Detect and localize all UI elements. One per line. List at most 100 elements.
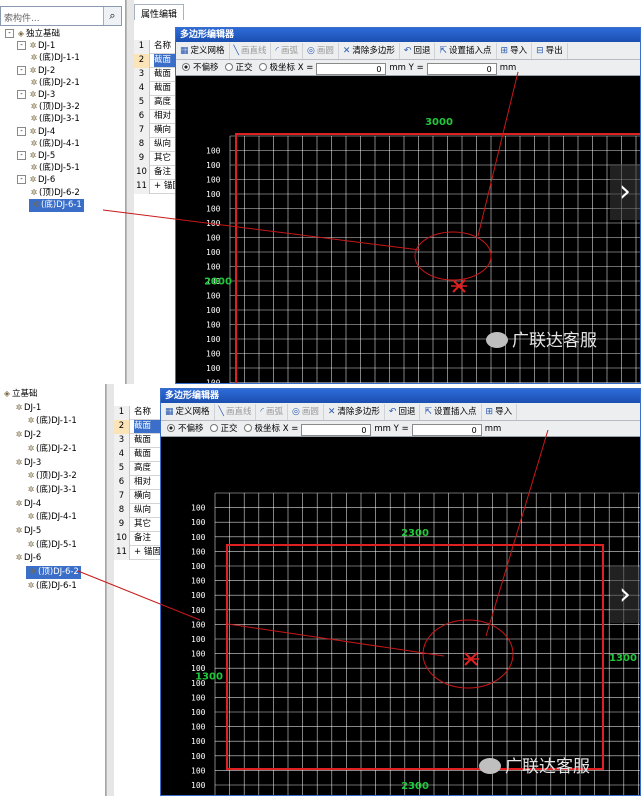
toolbar-button[interactable]: ⇱ 设置插入点	[420, 404, 482, 420]
component-search[interactable]: 索构件... ⌕	[0, 6, 122, 26]
collapse-icon[interactable]: -	[17, 151, 26, 160]
toolbar-button[interactable]: ⊞ 导入	[482, 404, 518, 420]
collapse-icon[interactable]: -	[17, 175, 26, 185]
editor-toolbar: ▦ 定义网格 ╲ 画直线 ◜ 画弧 ◎ 画圆 ✕ 清除多边形 ↶ 回退 ⇱ 设置插入点 ⊞ 导入 ⊟ 导出	[176, 42, 640, 60]
grid-spacing-label: 100	[191, 752, 206, 761]
tree-node[interactable]: ✲ (底)DJ-4-1	[26, 511, 77, 524]
toolbar-button: ╲ 画直线	[230, 43, 272, 59]
tree-node[interactable]: - ✲ DJ-2	[17, 65, 55, 78]
y-input[interactable]: 0	[426, 63, 497, 75]
grid-spacing-label: 100	[206, 147, 221, 156]
tree-node[interactable]: ✲ (顶)DJ-3-2	[29, 101, 80, 114]
tree-node[interactable]: ✲ DJ-6	[14, 552, 42, 565]
component-icon: ✲	[15, 498, 23, 508]
mode-radio[interactable]	[167, 424, 175, 432]
grid-spacing-label: 100	[206, 190, 221, 199]
toolbar-button[interactable]: ✕ 清除多边形	[324, 404, 385, 420]
drawing-canvas[interactable]: 100 100 100 100 100 100 100 100 100 100 100 100 100 1…	[176, 76, 640, 383]
tree-node[interactable]: - ✲ DJ-3	[17, 89, 55, 102]
toolbar-button[interactable]: ↶ 回退	[400, 43, 436, 59]
tree-node[interactable]: ✲ DJ-1	[14, 402, 42, 415]
component-icon: ✲	[15, 526, 23, 535]
drawing-canvas[interactable]: 100 100 100 100 100 100 100 100 100 100 100 100 100 1…	[161, 437, 640, 795]
mode-radio[interactable]	[182, 63, 190, 71]
y-label: Y =	[408, 63, 424, 73]
row-number: 8	[134, 138, 150, 152]
mode-label: 不偏移	[193, 63, 219, 73]
tree-node[interactable]: ✲ DJ-5	[14, 525, 42, 538]
x-input[interactable]: 0	[301, 424, 372, 436]
component-icon: ✲	[30, 53, 38, 63]
mode-radio[interactable]	[209, 424, 218, 432]
toolbar-button: ◜ 画弧	[256, 404, 288, 420]
grid-spacing-label: 100	[206, 234, 221, 243]
next-arrow-button[interactable]: ›	[610, 164, 640, 220]
toolbar-button[interactable]: ✕ 清除多边形	[339, 43, 400, 59]
mode-radio[interactable]	[224, 63, 233, 71]
next-arrow-button[interactable]: ›	[610, 567, 640, 623]
row-number: 5	[114, 462, 130, 476]
circle-icon: ◎	[306, 46, 315, 56]
tree-node[interactable]: ✲ (顶)DJ-6-2	[29, 187, 80, 200]
toolbar-button-label: 定义网格	[175, 407, 210, 417]
tree-node[interactable]: - ✲ DJ-6	[17, 174, 55, 187]
tree-node[interactable]: ✲ (底)DJ-3-1	[29, 113, 80, 126]
grid-drawing[interactable]: 100 100 100 100 100 100 100 100 100 100 100 100 100 1…	[161, 437, 640, 795]
tree-node[interactable]: - ◈ 独立基础	[5, 28, 60, 41]
y-input[interactable]: 0	[411, 424, 482, 436]
tab-property-edit[interactable]: 属性编辑	[134, 4, 185, 20]
grid-spacing-label: 100	[206, 364, 221, 373]
tree-node[interactable]: ✲ (顶)DJ-3-2	[26, 470, 77, 483]
tree-node[interactable]: ✲ (顶)DJ-6-2	[26, 566, 81, 580]
tree-node[interactable]: ✲ (底)DJ-6-1	[26, 580, 77, 593]
toolbar-button[interactable]: ↶ 回退	[385, 404, 421, 420]
tree-node[interactable]: - ✲ DJ-5	[17, 150, 55, 163]
component-icon: ✲	[27, 539, 35, 549]
grid-spacing-label: 100	[206, 248, 221, 257]
tree-splitter[interactable]	[126, 0, 134, 384]
toolbar-button-label: 清除多边形	[352, 46, 395, 56]
collapse-icon[interactable]: -	[17, 126, 26, 136]
tree-node[interactable]: ✲ (底)DJ-2-1	[26, 443, 77, 456]
y-unit: mm	[484, 424, 502, 434]
tree-node[interactable]: ✲ (底)DJ-1-1	[26, 415, 77, 428]
component-icon: ✲	[27, 416, 35, 426]
collapse-icon[interactable]: -	[17, 41, 26, 51]
tree-node[interactable]: ✲ DJ-4	[14, 498, 42, 511]
tree-node[interactable]: ✲ (底)DJ-5-1	[29, 162, 80, 175]
magnifier-icon[interactable]: ⌕	[103, 7, 121, 25]
foundation-icon: ◈	[17, 29, 25, 38]
toolbar-button-label: 导入	[510, 46, 528, 56]
polygon-editor-dialog: 多边形编辑器 ▦ 定义网格 ╲ 画直线 ◜ 画弧 ◎ 画圆 ✕ 清除多边形 ↶ 回退 ⇱ 设置插入点 ⊞ 导入…	[175, 27, 641, 384]
component-icon: ✲	[32, 199, 40, 209]
collapse-icon[interactable]: -	[17, 90, 26, 99]
tree-splitter[interactable]	[106, 384, 114, 796]
tree-node[interactable]: ✲ (底)DJ-5-1	[26, 539, 77, 552]
toolbar-button[interactable]: ⊞ 导入	[497, 43, 533, 59]
tree-node[interactable]: ✲ (底)DJ-1-1	[29, 52, 80, 65]
grid-spacing-label: 100	[206, 306, 221, 315]
tree-node[interactable]: ✲ (底)DJ-4-1	[29, 138, 80, 151]
toolbar-button[interactable]: ▦ 定义网格	[176, 43, 230, 59]
toolbar-button[interactable]: ⊟ 导出	[532, 43, 568, 59]
tree-node[interactable]: - ✲ DJ-1	[17, 40, 55, 53]
mode-radio[interactable]	[258, 63, 267, 71]
tree-node[interactable]: ✲ (底)DJ-6-1	[29, 198, 84, 212]
component-icon: ✲	[29, 90, 37, 99]
tree-node[interactable]: ◈ 立基础	[2, 388, 38, 401]
x-input[interactable]: 0	[316, 63, 387, 75]
dimension-right: 1300	[609, 653, 637, 664]
toolbar-button-label: 清除多边形	[337, 407, 380, 417]
collapse-icon[interactable]: -	[5, 29, 14, 38]
toolbar-button[interactable]: ▦ 定义网格	[161, 404, 215, 420]
tree-node[interactable]: ✲ (底)DJ-3-1	[26, 484, 77, 497]
toolbar-button[interactable]: ⇱ 设置插入点	[435, 43, 497, 59]
mode-radio[interactable]	[243, 424, 252, 432]
tree-node[interactable]: ✲ (底)DJ-2-1	[29, 77, 80, 90]
tree-node[interactable]: ✲ DJ-3	[14, 457, 42, 470]
grid-spacing-label: 100	[191, 518, 206, 527]
arc-icon: ◜	[275, 46, 279, 56]
tree-node[interactable]: ✲ DJ-2	[14, 429, 42, 442]
collapse-icon[interactable]: -	[17, 65, 26, 75]
tree-node[interactable]: - ✲ DJ-4	[17, 126, 55, 139]
